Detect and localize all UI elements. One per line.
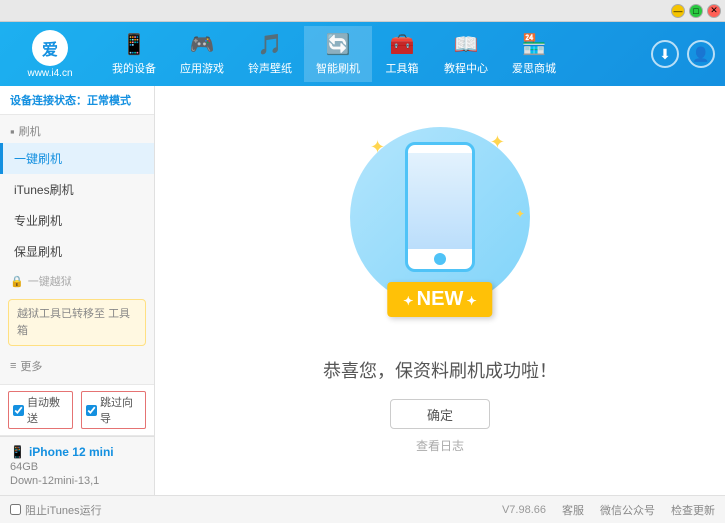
nav-tutorial[interactable]: 📖 教程中心 [432, 26, 500, 82]
prevent-itunes-label: 阻止iTunes运行 [25, 502, 102, 518]
nav-ringtone[interactable]: 🎵 铃声壁纸 [236, 26, 304, 82]
more-section-title: ≡ 更多 [0, 350, 154, 378]
nav-store[interactable]: 🏪 爱思商城 [500, 26, 568, 82]
version-label: V7.98.66 [502, 504, 546, 516]
sidebar-item-pro-flash[interactable]: 专业刷机 [0, 205, 154, 236]
download-button[interactable]: ⬇ [651, 40, 679, 68]
nav-items: 📱 我的设备 🎮 应用游戏 🎵 铃声壁纸 🔄 智能刷机 🧰 工具箱 📖 教程中心… [100, 26, 651, 82]
skip-wizard-input[interactable] [86, 405, 97, 416]
nav-flash-icon: 🔄 [326, 32, 351, 57]
close-button[interactable]: ✕ [707, 4, 721, 18]
success-text: 恭喜您，保资料刷机成功啦！ [323, 357, 557, 383]
footer-right: V7.98.66 客服 微信公众号 检查更新 [502, 502, 715, 518]
nav-app-icon: 🎮 [190, 32, 215, 57]
title-bar: — □ ✕ [0, 0, 725, 22]
nav-tutorial-icon: 📖 [454, 32, 479, 57]
user-button[interactable]: 👤 [687, 40, 715, 68]
sidebar-disabled-jailbreak: 🔒 一键越狱 [0, 267, 154, 295]
secondary-link[interactable]: 查看日志 [416, 437, 464, 454]
footer-left: 阻止iTunes运行 [10, 502, 102, 518]
nav-toolbox-icon: 🧰 [390, 32, 415, 57]
sidebar-item-preserve-flash[interactable]: 保显刷机 [0, 236, 154, 267]
device-icon: 📱 [10, 445, 25, 459]
device-system: Down-12mini-13,1 [10, 475, 144, 487]
nav-device-icon: 📱 [122, 32, 147, 57]
nav-smart-flash[interactable]: 🔄 智能刷机 [304, 26, 372, 82]
wechat-link[interactable]: 微信公众号 [600, 502, 655, 518]
skip-wizard-checkbox[interactable]: 跳过向导 [81, 391, 146, 429]
status-bar: 设备连接状态：正常模式 [0, 86, 154, 115]
phone-body [405, 142, 475, 272]
device-storage: 64GB [10, 461, 144, 473]
sparkle-icon-1: ✦ [370, 137, 385, 158]
auto-detect-input[interactable] [13, 405, 24, 416]
nav-toolbox[interactable]: 🧰 工具箱 [372, 26, 432, 82]
new-badge: NEW [387, 282, 492, 317]
confirm-button[interactable]: 确定 [390, 399, 490, 429]
content-area: NEW ✦ ✦ ✦ 恭喜您，保资料刷机成功啦！ 确定 查看日志 [155, 86, 725, 495]
sidebar-notice: 越狱工具已转移至 工具箱 [8, 299, 146, 346]
header: 爱 www.i4.cn 📱 我的设备 🎮 应用游戏 🎵 铃声壁纸 🔄 智能刷机 … [0, 22, 725, 86]
logo-icon: 爱 [32, 30, 68, 66]
footer: 阻止iTunes运行 V7.98.66 客服 微信公众号 检查更新 [0, 495, 725, 523]
sidebar-scroll: ▪ 刷机 一键刷机 iTunes刷机 专业刷机 保显刷机 🔒 一键越狱 [0, 115, 154, 384]
support-link[interactable]: 客服 [562, 502, 584, 518]
main: 设备连接状态：正常模式 ▪ 刷机 一键刷机 iTunes刷机 专业刷机 保显刷机 [0, 86, 725, 495]
phone-screen [408, 153, 472, 249]
nav-right: ⬇ 👤 [651, 40, 715, 68]
sparkle-icon-2: ✦ [490, 132, 505, 153]
sidebar-item-itunes-flash[interactable]: iTunes刷机 [0, 174, 154, 205]
device-name: 📱 iPhone 12 mini [10, 445, 144, 459]
sidebar: 设备连接状态：正常模式 ▪ 刷机 一键刷机 iTunes刷机 专业刷机 保显刷机 [0, 86, 155, 495]
phone-illustration: NEW ✦ ✦ ✦ [350, 127, 530, 337]
device-info: 📱 iPhone 12 mini 64GB Down-12mini-13,1 [0, 436, 154, 495]
logo-url: www.i4.cn [27, 68, 72, 79]
flash-section-icon: ▪ [10, 124, 15, 139]
more-section-icon: ≡ [10, 360, 16, 372]
nav-app-game[interactable]: 🎮 应用游戏 [168, 26, 236, 82]
sparkle-icon-3: ✦ [515, 207, 525, 221]
phone-home-button [434, 253, 446, 265]
nav-ringtone-icon: 🎵 [258, 32, 283, 57]
nav-my-device[interactable]: 📱 我的设备 [100, 26, 168, 82]
minimize-button[interactable]: — [671, 4, 685, 18]
sidebar-checkboxes: 自动敷送 跳过向导 [0, 384, 154, 436]
logo: 爱 www.i4.cn [10, 30, 90, 79]
auto-detect-checkbox[interactable]: 自动敷送 [8, 391, 73, 429]
nav-store-icon: 🏪 [522, 32, 547, 57]
sidebar-item-one-click-flash[interactable]: 一键刷机 [0, 143, 154, 174]
prevent-itunes-checkbox[interactable] [10, 504, 21, 515]
check-update-link[interactable]: 检查更新 [671, 502, 715, 518]
maximize-button[interactable]: □ [689, 4, 703, 18]
lock-icon: 🔒 [10, 275, 24, 288]
flash-section-title: ▪ 刷机 [0, 115, 154, 143]
